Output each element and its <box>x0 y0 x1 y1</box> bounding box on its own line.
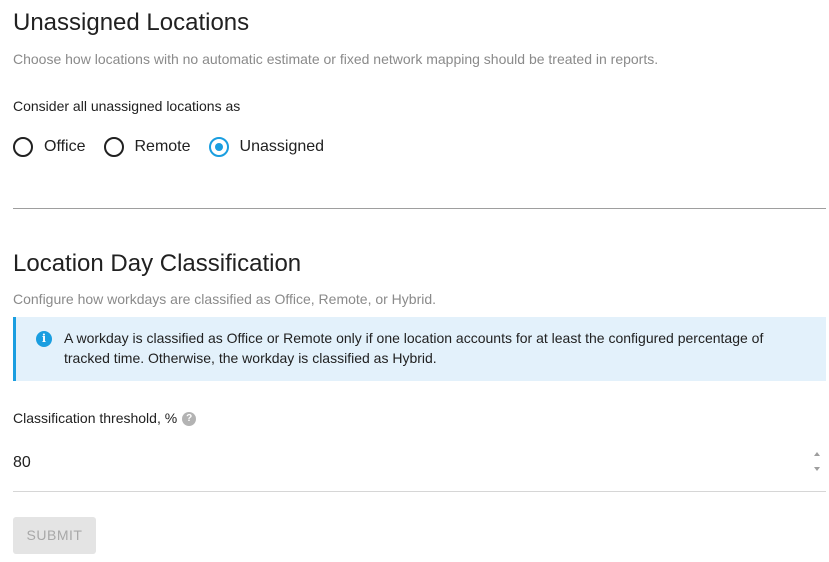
unassigned-radio-label: Consider all unassigned locations as <box>13 98 241 114</box>
location-day-classification-description: Configure how workdays are classified as… <box>13 291 437 307</box>
unassigned-locations-title: Unassigned Locations <box>13 9 250 36</box>
info-icon: i <box>36 331 52 347</box>
radio-office-circle[interactable] <box>13 137 33 157</box>
radio-remote-circle[interactable] <box>103 137 124 157</box>
info-alert: i A workday is classified as Office or R… <box>13 317 826 381</box>
unassigned-radio-group: Office Remote Unassigned <box>13 136 342 158</box>
radio-remote-label: Remote <box>134 138 191 155</box>
unassigned-locations-description: Choose how locations with no automatic e… <box>13 51 659 67</box>
radio-unassigned-label: Unassigned <box>239 138 325 155</box>
radio-office[interactable]: Office <box>13 137 86 157</box>
stepper-down-icon[interactable] <box>814 467 820 471</box>
threshold-input[interactable] <box>13 453 793 473</box>
question-icon[interactable]: ? <box>182 412 197 426</box>
section-divider <box>13 208 826 209</box>
stepper-up-icon[interactable] <box>814 452 820 456</box>
threshold-label: Classification threshold, % ? <box>13 409 197 427</box>
info-alert-text: A workday is classified as Office or Rem… <box>64 330 764 366</box>
threshold-label-text: Classification threshold, % <box>13 410 178 426</box>
location-day-classification-title: Location Day Classification <box>13 250 302 277</box>
submit-button[interactable]: SUBMIT <box>13 517 96 554</box>
radio-unassigned[interactable]: Unassigned <box>208 137 325 157</box>
radio-remote[interactable]: Remote <box>103 137 191 157</box>
radio-office-label: Office <box>44 138 86 155</box>
radio-unassigned-circle[interactable] <box>208 137 229 157</box>
threshold-field <box>13 440 826 492</box>
threshold-stepper[interactable] <box>812 450 822 476</box>
